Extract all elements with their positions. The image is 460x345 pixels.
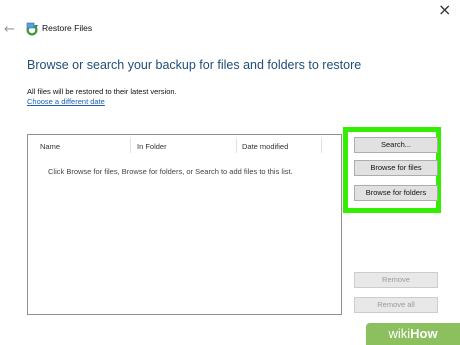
title-bar: × ← Restore Files (0, 0, 460, 40)
remove-button[interactable]: Remove (354, 272, 438, 288)
close-icon[interactable]: × (438, 2, 451, 18)
empty-list-message: Click Browse for files, Browse for folde… (48, 167, 293, 176)
back-arrow-icon[interactable]: ← (4, 22, 15, 37)
watermark-prefix: wiki (388, 326, 411, 341)
column-header-date-modified[interactable]: Date modified (242, 141, 288, 153)
restore-files-icon (26, 22, 38, 36)
remove-all-button[interactable]: Remove all (354, 297, 438, 313)
wikihow-watermark: wikiHow (366, 323, 460, 345)
watermark-suffix: How (410, 326, 438, 341)
column-header-in-folder[interactable]: In Folder (137, 141, 167, 153)
file-list[interactable]: Name In Folder Date modified Click Brows… (27, 134, 342, 315)
column-header-name[interactable]: Name (40, 141, 60, 153)
column-divider[interactable] (130, 138, 131, 153)
browse-for-folders-button[interactable]: Browse for folders (354, 185, 438, 201)
choose-different-date-link[interactable]: Choose a different date (27, 97, 105, 106)
browse-for-files-button[interactable]: Browse for files (354, 160, 438, 176)
window-title: Restore Files (42, 23, 93, 33)
column-divider[interactable] (321, 138, 322, 153)
restore-note: All files will be restored to their late… (27, 87, 177, 96)
page-heading: Browse or search your backup for files a… (27, 58, 362, 72)
column-divider[interactable] (236, 138, 237, 153)
search-button[interactable]: Search... (354, 137, 438, 153)
